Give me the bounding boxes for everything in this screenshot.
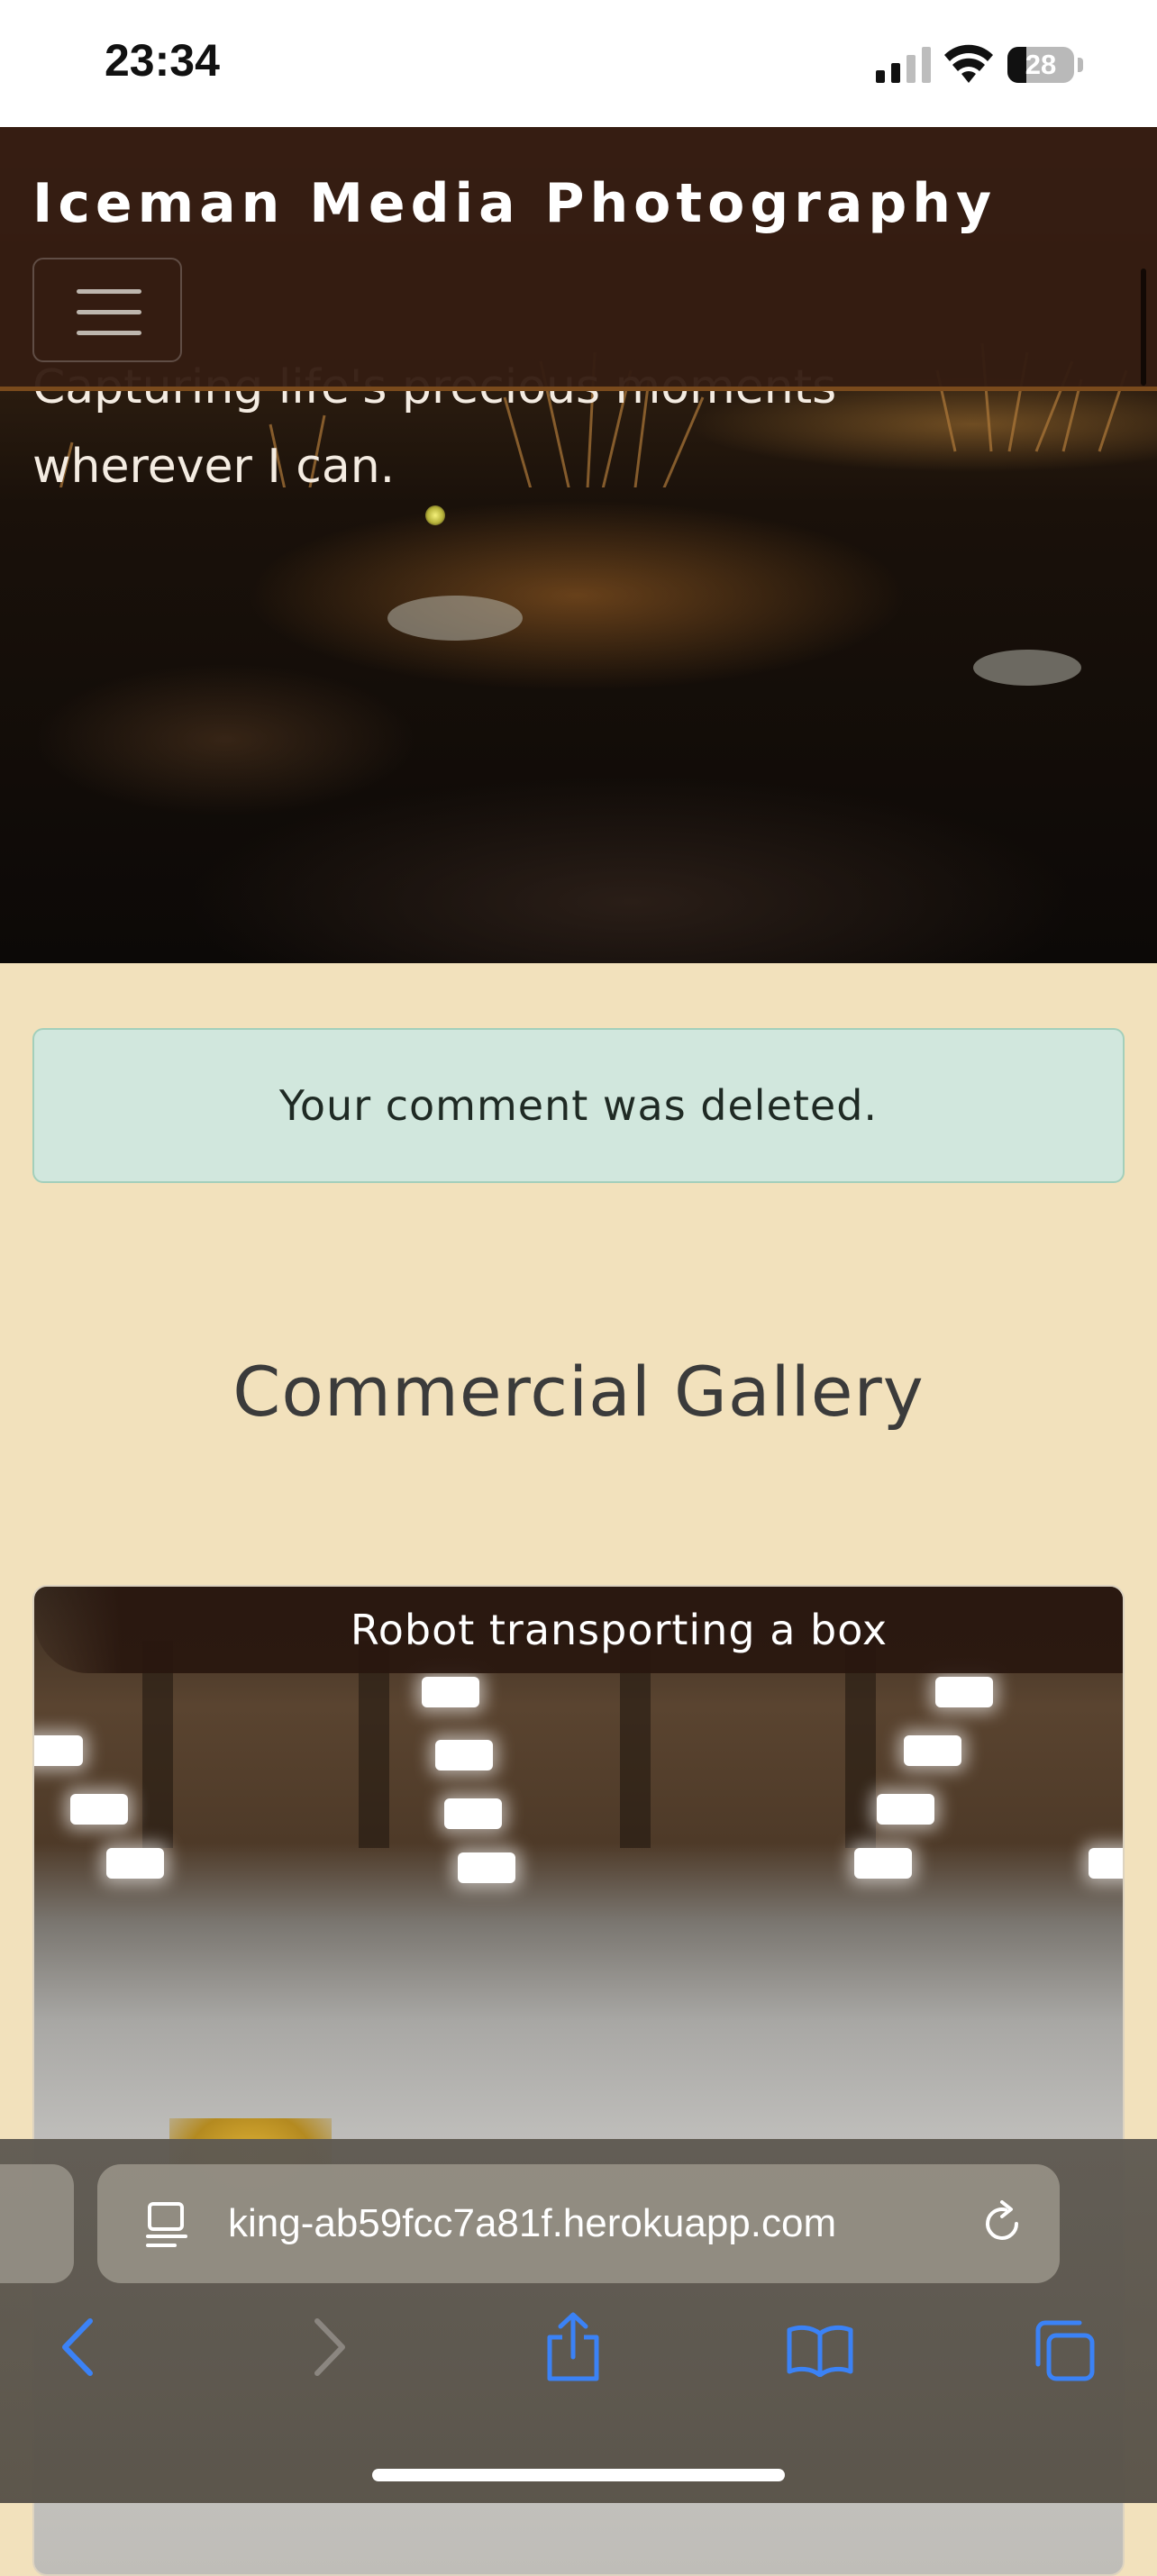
forward-icon[interactable] — [310, 2316, 350, 2379]
page-icon[interactable] — [144, 2200, 191, 2249]
cellular-signal-icon — [876, 47, 931, 83]
ceiling-light — [435, 1740, 493, 1770]
wifi-icon — [944, 44, 993, 83]
status-time: 23:34 — [105, 35, 220, 86]
ceiling-light — [458, 1852, 515, 1883]
battery-cap — [1078, 58, 1083, 72]
url-text[interactable]: king-ab59fcc7a81f.herokuapp.com — [228, 2164, 976, 2283]
card-caption-bar: Robot transporting a box — [34, 1587, 1123, 1673]
success-alert: Your comment was deleted. — [32, 1028, 1125, 1183]
address-bar[interactable]: king-ab59fcc7a81f.herokuapp.com — [97, 2164, 1060, 2283]
brand-link[interactable]: Iceman Media Photography — [32, 172, 997, 235]
gallery-heading: Commercial Gallery — [232, 1352, 925, 1432]
battery-percent: 28 — [1025, 49, 1057, 80]
hamburger-icon — [77, 289, 141, 294]
battery-icon: 28 — [1007, 47, 1074, 83]
card-caption: Robot transporting a box — [350, 1606, 888, 1654]
scrollbar[interactable] — [1141, 269, 1146, 386]
ceiling-light — [106, 1848, 164, 1879]
reload-icon[interactable] — [979, 2200, 1025, 2247]
status-bar: 23:34 28 — [0, 0, 1157, 127]
ceiling-light — [854, 1848, 912, 1879]
ceiling-light — [1089, 1848, 1123, 1879]
ceiling-light — [70, 1794, 128, 1825]
previous-tab-preview[interactable] — [0, 2164, 74, 2283]
back-icon[interactable] — [58, 2316, 97, 2379]
home-indicator[interactable] — [372, 2469, 785, 2481]
ceiling-light — [34, 1735, 83, 1766]
ceiling-light — [422, 1677, 479, 1707]
ceiling-light — [877, 1794, 934, 1825]
hero-rock — [973, 650, 1081, 686]
ceiling-light — [904, 1735, 961, 1766]
hero-light-orb — [425, 505, 445, 525]
tabs-icon[interactable] — [1033, 2319, 1096, 2382]
hamburger-icon — [77, 310, 141, 314]
hamburger-icon — [77, 331, 141, 335]
bookmarks-icon[interactable] — [786, 2323, 854, 2377]
hero-rock — [387, 596, 523, 641]
navbar: Iceman Media Photography — [0, 127, 1157, 391]
menu-toggle-button[interactable] — [32, 258, 182, 362]
ceiling-light — [935, 1677, 993, 1707]
share-icon[interactable] — [544, 2312, 602, 2382]
ceiling-light — [444, 1798, 502, 1829]
